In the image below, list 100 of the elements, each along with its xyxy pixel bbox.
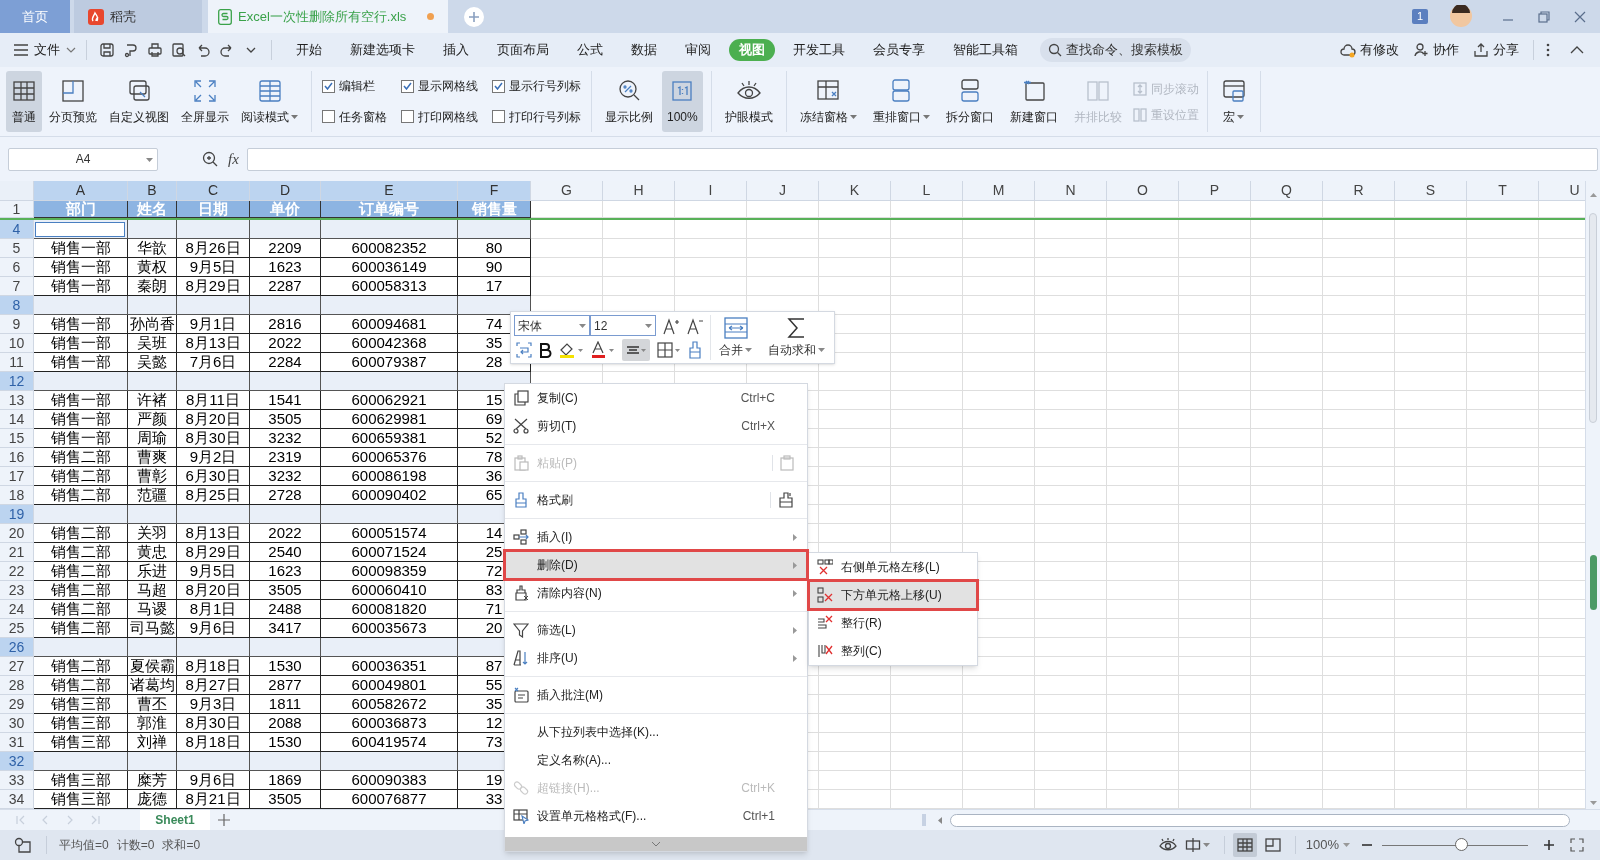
slider-thumb[interactable] <box>1455 838 1469 851</box>
docer-tab[interactable]: 稻壳 <box>74 0 202 33</box>
column-header[interactable]: B <box>128 181 177 201</box>
vertical-scrollbar[interactable] <box>1585 181 1600 809</box>
ribbon-button[interactable]: 重排窗口 <box>867 71 935 132</box>
column-header[interactable]: K <box>819 181 891 201</box>
row-header[interactable]: 9 <box>0 315 34 334</box>
zoom-icon[interactable] <box>202 151 218 167</box>
formula-input[interactable] <box>246 147 1598 171</box>
column-header[interactable]: C <box>177 181 250 201</box>
row-header[interactable]: 30 <box>0 714 34 733</box>
column-header[interactable]: D <box>250 181 321 201</box>
checkbox[interactable]: 编辑栏 <box>322 77 387 96</box>
align-button[interactable] <box>622 339 650 361</box>
collapse-icon[interactable] <box>1570 46 1584 54</box>
column-header[interactable]: N <box>1035 181 1107 201</box>
avatar-icon[interactable] <box>1450 5 1472 27</box>
brush-icon[interactable] <box>777 492 795 508</box>
menu-item[interactable]: 删除(D) <box>505 551 807 579</box>
ribbon-button[interactable]: 冻结窗格 <box>794 71 862 132</box>
checkbox[interactable]: 打印网格线 <box>401 107 478 126</box>
notification-badge[interactable]: 1 <box>1411 9 1428 24</box>
ribbon-button[interactable]: 全屏显示 <box>176 71 234 132</box>
checkbox[interactable]: 显示行号列标 <box>492 77 581 96</box>
fill-color-icon[interactable] <box>558 341 584 359</box>
column-header[interactable]: T <box>1467 181 1539 201</box>
row-header[interactable]: 19 <box>0 505 34 524</box>
row-header[interactable]: 5 <box>0 239 34 258</box>
ribbon-button[interactable]: 护眼模式 <box>719 71 778 132</box>
ribbon-tab[interactable]: 开发工具 <box>783 39 855 61</box>
menu-item[interactable]: 下方单元格上移(U) <box>809 581 977 609</box>
row-header[interactable]: 11 <box>0 353 34 372</box>
wrap-text-icon[interactable] <box>516 342 532 358</box>
scroll-down-icon[interactable] <box>1589 801 1597 805</box>
last-sheet-icon[interactable] <box>91 815 100 825</box>
row-header[interactable]: 24 <box>0 600 34 619</box>
zoom-in-icon[interactable] <box>1544 840 1554 850</box>
row-header[interactable]: 1 <box>0 201 34 218</box>
column-header[interactable]: H <box>603 181 675 201</box>
font-size-field[interactable]: 12 <box>590 315 656 336</box>
row-header[interactable]: 33 <box>0 771 34 790</box>
input-mode-button[interactable] <box>1184 837 1210 853</box>
column-header[interactable]: O <box>1107 181 1179 201</box>
print-icon[interactable] <box>147 42 163 58</box>
split-handle-icon[interactable] <box>922 814 926 826</box>
column-header[interactable]: F <box>458 181 531 201</box>
ribbon-tab[interactable]: 插入 <box>433 39 479 61</box>
save-icon[interactable] <box>99 42 115 58</box>
ribbon-tab[interactable]: 数据 <box>621 39 667 61</box>
ribbon-button[interactable]: 新建窗口 <box>1004 71 1063 132</box>
row-header[interactable]: 27 <box>0 657 34 676</box>
increase-font-icon[interactable] <box>662 316 680 335</box>
row-header[interactable]: 23 <box>0 581 34 600</box>
ribbon-tab[interactable]: 智能工具箱 <box>943 39 1028 61</box>
toolbar-button[interactable]: 合并 <box>711 315 760 360</box>
restore-icon[interactable] <box>1538 11 1550 23</box>
bold-icon[interactable] <box>538 342 552 358</box>
ribbon-button[interactable]: 100% <box>662 71 703 132</box>
close-icon[interactable] <box>1574 11 1586 23</box>
sheet-tab[interactable]: Sheet1 <box>140 809 210 831</box>
row-header[interactable]: 31 <box>0 733 34 752</box>
column-header[interactable]: M <box>963 181 1035 201</box>
row-header[interactable]: 22 <box>0 562 34 581</box>
toolbar-button[interactable]: 自动求和 <box>760 315 833 360</box>
format-painter-icon[interactable] <box>688 341 702 359</box>
menu-scroll-bar[interactable] <box>505 837 807 851</box>
column-header[interactable]: U <box>1539 181 1585 201</box>
row-header[interactable]: 18 <box>0 486 34 505</box>
checkbox[interactable]: 显示网格线 <box>401 77 478 96</box>
column-header[interactable]: G <box>531 181 603 201</box>
ribbon-tab[interactable]: 会员专享 <box>863 39 935 61</box>
column-header[interactable]: P <box>1179 181 1251 201</box>
ribbon-button[interactable]: 自定义视图 <box>104 71 174 132</box>
row-header[interactable]: 15 <box>0 429 34 448</box>
add-sheet-icon[interactable] <box>218 814 230 826</box>
font-color-icon[interactable] <box>590 341 616 359</box>
font-field[interactable]: 宋体 <box>514 315 590 336</box>
column-header[interactable]: Q <box>1251 181 1323 201</box>
command-search[interactable]: 查找命令、搜索模板 <box>1040 38 1191 62</box>
ribbon-button[interactable]: 阅读模式 <box>236 71 303 132</box>
border-icon[interactable] <box>656 341 682 359</box>
macro-record-icon[interactable] <box>14 837 32 853</box>
more-icon[interactable] <box>1546 43 1550 57</box>
ribbon-tab[interactable]: 页面布局 <box>487 39 559 61</box>
toolbar-action[interactable]: 协作 <box>1413 40 1459 60</box>
ribbon-button[interactable]: 显示比例 <box>600 71 658 132</box>
print-preview-icon[interactable] <box>171 42 187 58</box>
row-header[interactable]: 7 <box>0 277 34 296</box>
next-sheet-icon[interactable] <box>66 815 75 825</box>
column-header[interactable]: J <box>747 181 819 201</box>
menu-item[interactable]: 右侧单元格左移(L) <box>809 553 977 581</box>
checkbox[interactable]: 任务窗格 <box>322 107 387 126</box>
row-header[interactable]: 12 <box>0 372 34 391</box>
eye-icon[interactable] <box>1158 838 1177 852</box>
scroll-left-icon[interactable] <box>938 816 942 824</box>
column-header[interactable]: S <box>1395 181 1467 201</box>
ribbon-button[interactable]: 分页预览 <box>44 71 102 132</box>
fullscreen-icon[interactable] <box>1570 838 1584 852</box>
ribbon-button[interactable]: 普通 <box>6 71 42 132</box>
ribbon-button[interactable]: 拆分窗口 <box>940 71 999 132</box>
